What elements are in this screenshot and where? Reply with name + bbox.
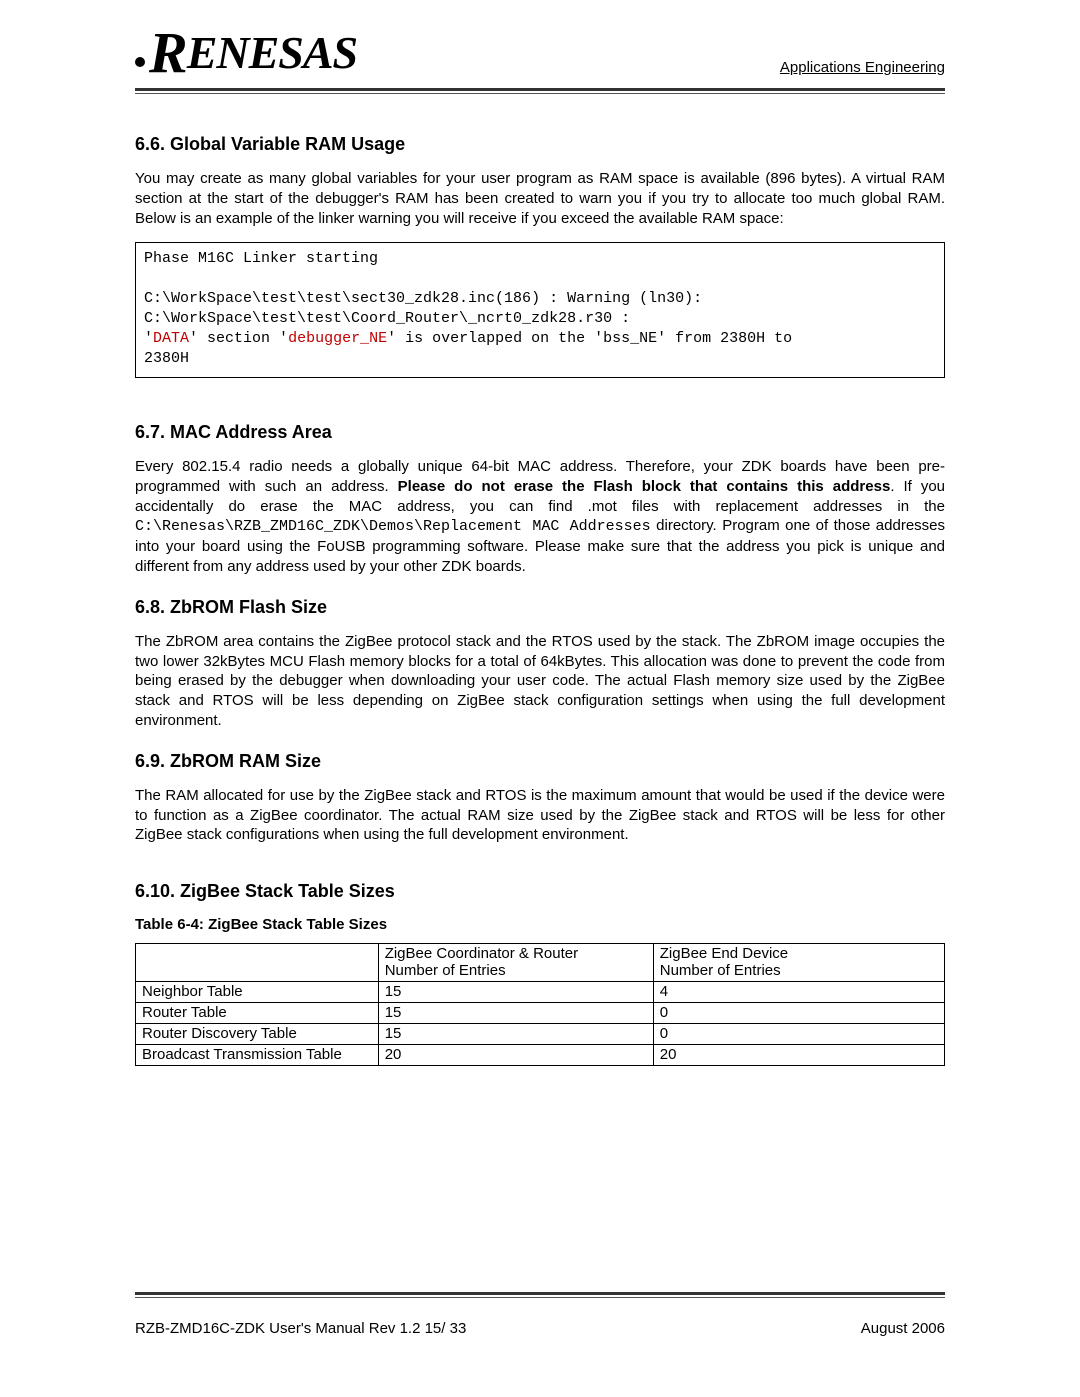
cell-coord: 20 bbox=[378, 1045, 653, 1066]
th-end-line2: Number of Entries bbox=[660, 962, 781, 979]
code-red-data: DATA bbox=[153, 330, 189, 347]
header-rule-thick bbox=[135, 88, 945, 91]
code-line-5a: ' bbox=[144, 330, 153, 347]
heading-6-7: 6.7. MAC Address Area bbox=[135, 422, 945, 443]
section-6-6: 6.6. Global Variable RAM Usage You may c… bbox=[135, 134, 945, 378]
logo-big-r: R bbox=[149, 24, 187, 82]
page-footer: RZB-ZMD16C-ZDK User's Manual Rev 1.2 15/… bbox=[135, 1292, 945, 1337]
logo-dot-icon bbox=[135, 57, 145, 67]
heading-6-9: 6.9. ZbROM RAM Size bbox=[135, 751, 945, 772]
page-header: RENESAS Applications Engineering bbox=[135, 24, 945, 88]
th-coord-line2: Number of Entries bbox=[385, 962, 506, 979]
page-body: RENESAS Applications Engineering 6.6. Gl… bbox=[0, 0, 1080, 1066]
th-end: ZigBee End Device Number of Entries bbox=[653, 944, 944, 982]
cell-name: Router Table bbox=[136, 1003, 379, 1024]
cell-end: 20 bbox=[653, 1045, 944, 1066]
heading-6-6: 6.6. Global Variable RAM Usage bbox=[135, 134, 945, 155]
cell-end: 0 bbox=[653, 1024, 944, 1045]
heading-6-10: 6.10. ZigBee Stack Table Sizes bbox=[135, 881, 945, 902]
code-line-3: C:\WorkSpace\test\test\sect30_zdk28.inc(… bbox=[144, 290, 702, 307]
cell-coord: 15 bbox=[378, 982, 653, 1003]
renesas-logo: RENESAS bbox=[135, 24, 357, 82]
cell-end: 4 bbox=[653, 982, 944, 1003]
cell-coord: 15 bbox=[378, 1003, 653, 1024]
logo-rest: ENESAS bbox=[187, 30, 357, 76]
table-row: Neighbor Table 15 4 bbox=[136, 982, 945, 1003]
footer-text-row: RZB-ZMD16C-ZDK User's Manual Rev 1.2 15/… bbox=[135, 1320, 945, 1337]
code-line-1: Phase M16C Linker starting bbox=[144, 250, 378, 267]
code-line-5c: ' section ' bbox=[189, 330, 288, 347]
footer-rule-thin bbox=[135, 1297, 945, 1298]
section-6-8: 6.8. ZbROM Flash Size The ZbROM area con… bbox=[135, 597, 945, 731]
p67-bold: Please do not erase the Flash block that… bbox=[398, 478, 891, 495]
code-line-6: 2380H bbox=[144, 350, 189, 367]
section-6-10: 6.10. ZigBee Stack Table Sizes Table 6-4… bbox=[135, 881, 945, 1066]
para-6-9: The RAM allocated for use by the ZigBee … bbox=[135, 786, 945, 845]
code-line-5e: ' is overlapped on the 'bss_NE' from 238… bbox=[387, 330, 792, 347]
linker-warning-code: Phase M16C Linker starting C:\WorkSpace\… bbox=[135, 242, 945, 378]
footer-left: RZB-ZMD16C-ZDK User's Manual Rev 1.2 15/… bbox=[135, 1320, 466, 1337]
table-row: Router Discovery Table 15 0 bbox=[136, 1024, 945, 1045]
table-row: Router Table 15 0 bbox=[136, 1003, 945, 1024]
table-header-row: ZigBee Coordinator & Router Number of En… bbox=[136, 944, 945, 982]
para-6-7: Every 802.15.4 radio needs a globally un… bbox=[135, 457, 945, 577]
cell-coord: 15 bbox=[378, 1024, 653, 1045]
p67-path: C:\Renesas\RZB_ZMD16C_ZDK\Demos\Replacem… bbox=[135, 518, 651, 535]
code-line-4: C:\WorkSpace\test\test\Coord_Router\_ncr… bbox=[144, 310, 630, 327]
para-6-6: You may create as many global variables … bbox=[135, 169, 945, 228]
footer-rule-thick bbox=[135, 1292, 945, 1295]
th-coord-line1: ZigBee Coordinator & Router bbox=[385, 945, 578, 962]
th-coord: ZigBee Coordinator & Router Number of En… bbox=[378, 944, 653, 982]
section-6-7: 6.7. MAC Address Area Every 802.15.4 rad… bbox=[135, 422, 945, 577]
header-right-text: Applications Engineering bbox=[780, 59, 945, 76]
header-rule-thin bbox=[135, 93, 945, 94]
cell-name: Router Discovery Table bbox=[136, 1024, 379, 1045]
table-row: Broadcast Transmission Table 20 20 bbox=[136, 1045, 945, 1066]
th-blank bbox=[136, 944, 379, 982]
cell-name: Neighbor Table bbox=[136, 982, 379, 1003]
zigbee-stack-table: ZigBee Coordinator & Router Number of En… bbox=[135, 943, 945, 1066]
section-6-9: 6.9. ZbROM RAM Size The RAM allocated fo… bbox=[135, 751, 945, 845]
code-red-debugger-ne: debugger_NE bbox=[288, 330, 387, 347]
cell-end: 0 bbox=[653, 1003, 944, 1024]
table-caption: Table 6-4: ZigBee Stack Table Sizes bbox=[135, 916, 945, 933]
th-end-line1: ZigBee End Device bbox=[660, 945, 788, 962]
para-6-8: The ZbROM area contains the ZigBee proto… bbox=[135, 632, 945, 731]
cell-name: Broadcast Transmission Table bbox=[136, 1045, 379, 1066]
footer-right: August 2006 bbox=[861, 1320, 945, 1337]
heading-6-8: 6.8. ZbROM Flash Size bbox=[135, 597, 945, 618]
